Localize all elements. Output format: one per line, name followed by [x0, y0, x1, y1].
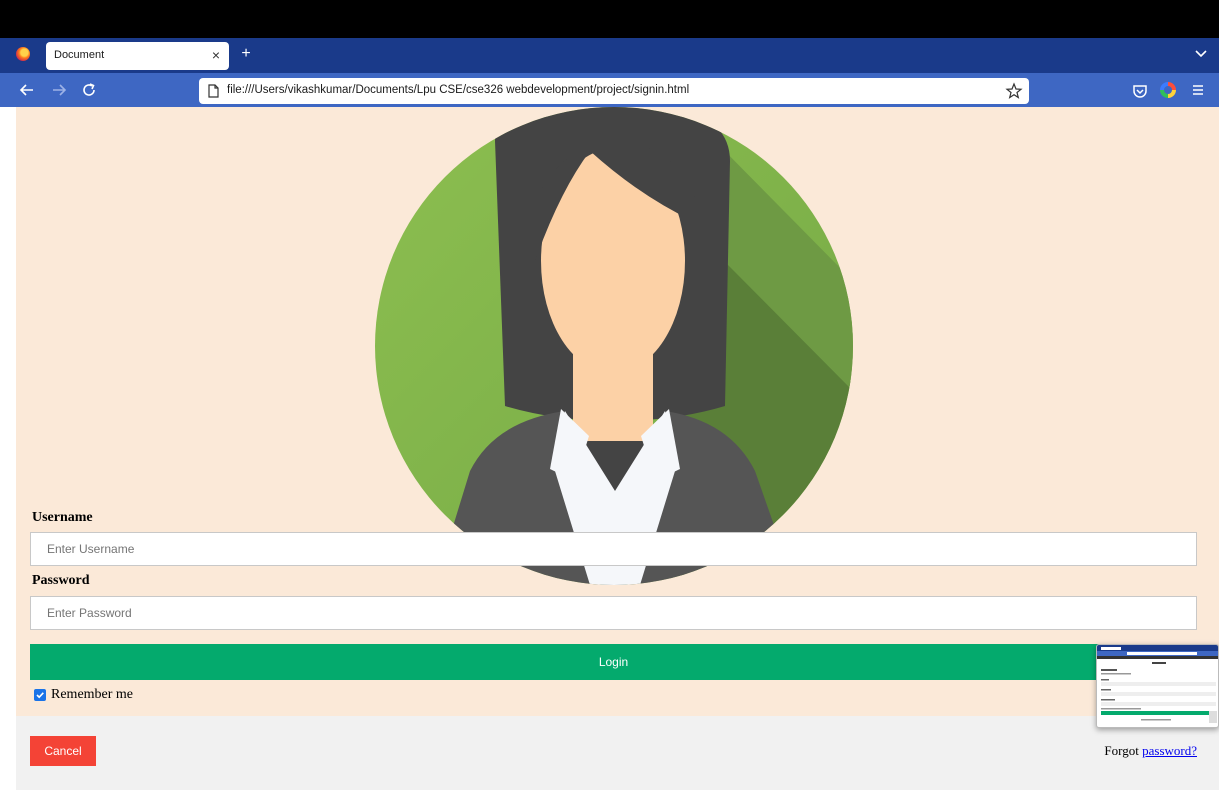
tab-close-icon[interactable]: × [212, 46, 220, 64]
login-container: Username Password Login Remember me Canc… [16, 107, 1219, 790]
extension-icon[interactable] [1160, 82, 1176, 98]
tab-title: Document [54, 49, 105, 61]
form-footer: Cancel Forgot password? [16, 716, 1219, 790]
back-arrow-icon[interactable] [18, 80, 36, 100]
bookmark-star-icon[interactable] [1005, 82, 1023, 100]
password-label: Password [32, 573, 90, 588]
forgot-password: Forgot password? [1104, 743, 1197, 759]
tabs-dropdown-icon[interactable] [1192, 44, 1210, 62]
login-button[interactable]: Login [30, 644, 1197, 680]
hamburger-menu-icon[interactable] [1190, 82, 1206, 98]
username-input[interactable] [30, 532, 1197, 566]
firefox-logo-icon[interactable] [16, 47, 30, 61]
remember-checkbox[interactable] [34, 689, 46, 701]
pocket-icon[interactable] [1131, 82, 1149, 100]
password-input[interactable] [30, 596, 1197, 630]
cancel-button[interactable]: Cancel [30, 736, 96, 766]
remember-label: Remember me [51, 687, 134, 702]
page-icon [205, 83, 221, 99]
username-label: Username [32, 510, 93, 525]
page-viewport: Username Password Login Remember me Canc… [0, 107, 1219, 790]
forgot-prefix: Forgot [1104, 743, 1139, 758]
new-tab-icon[interactable]: + [237, 43, 255, 65]
remember-me[interactable]: Remember me [34, 686, 133, 704]
screen-top-bar [0, 0, 1219, 38]
tab-document[interactable]: Document × [46, 42, 229, 70]
forgot-password-link[interactable]: password? [1142, 743, 1197, 758]
forward-arrow-icon[interactable] [50, 80, 68, 100]
reload-icon[interactable] [80, 80, 98, 100]
avatar-image [375, 107, 853, 585]
screenshot-thumbnail-preview[interactable] [1096, 644, 1219, 728]
